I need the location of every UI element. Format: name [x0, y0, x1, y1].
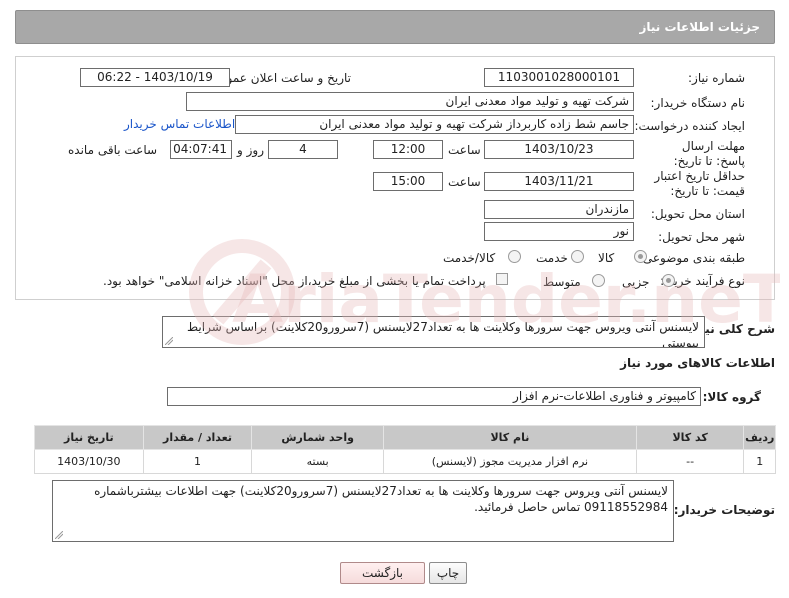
- cell-row: 1: [743, 449, 776, 474]
- goods-table: ردیف کد کالا نام کالا واحد شمارش تعداد /…: [34, 425, 776, 474]
- process-radio-medium[interactable]: [592, 274, 605, 287]
- col-name: نام کالا: [382, 425, 637, 450]
- buyer-notes-textarea[interactable]: لایسنس آنتی ویروس جهت سرورها وکلاینت ها …: [52, 480, 674, 542]
- remaining-label: ساعت باقی مانده: [68, 143, 158, 157]
- process-option-medium: متوسط: [543, 275, 581, 289]
- back-button[interactable]: بازگشت: [340, 562, 425, 584]
- summary-textarea[interactable]: لایسنس آنتی ویروس جهت سرورها وکلاینت ها …: [162, 316, 705, 348]
- page-title: جزئیات اطلاعات نیاز: [639, 20, 760, 34]
- buyer-notes-label: توضیحات خریدار:: [673, 503, 775, 517]
- cell-name: نرم افزار مدیریت مجوز (لایسنس): [382, 449, 637, 474]
- print-button[interactable]: چاپ: [429, 562, 467, 584]
- validity-label: حداقل تاریخ اعتبار قیمت: تا تاریخ:: [654, 169, 745, 198]
- summary-text: لایسنس آنتی ویروس جهت سرورها وکلاینت ها …: [187, 320, 699, 348]
- buyer-org-field: شرکت تهیه و تولید مواد معدنی ایران: [186, 92, 634, 111]
- requester-label: ایجاد کننده درخواست:: [634, 119, 745, 133]
- validity-time-label: ساعت: [448, 175, 481, 189]
- category-radio-both[interactable]: [508, 250, 521, 263]
- col-unit: واحد شمارش: [251, 425, 384, 450]
- category-option-service: خدمت: [536, 251, 568, 265]
- category-label: طبقه بندی موضوعی:: [638, 251, 745, 265]
- goods-table-wrap: ردیف کد کالا نام کالا واحد شمارش تعداد /…: [34, 425, 776, 474]
- buyer-contact-link[interactable]: اطلاعات تماس خریدار: [124, 117, 235, 131]
- resize-grip-icon[interactable]: [165, 337, 173, 345]
- deadline-date-field: 1403/10/23: [484, 140, 634, 159]
- deadline-time-label: ساعت: [448, 143, 481, 157]
- city-field: نور: [484, 222, 634, 241]
- requester-field: جاسم شط زاده کاربرداز شرکت تهیه و تولید …: [235, 115, 634, 134]
- province-field: مازندران: [484, 200, 634, 219]
- cell-date: 1403/10/30: [34, 449, 144, 474]
- col-date: تاریخ نیاز: [34, 425, 144, 450]
- need-number-label: شماره نیاز:: [688, 71, 745, 85]
- col-code: کد کالا: [635, 425, 745, 450]
- col-row: ردیف: [743, 425, 776, 450]
- remaining-time-field: 04:07:41: [170, 140, 232, 159]
- category-radio-service[interactable]: [571, 250, 584, 263]
- days-label: روز و: [237, 143, 264, 157]
- days-remaining-field: 4: [268, 140, 338, 159]
- validity-time-field: 15:00: [373, 172, 443, 191]
- col-qty: تعداد / مقدار: [142, 425, 253, 450]
- treasury-payment-note: پرداخت تمام یا بخشی از مبلغ خرید،از محل …: [103, 274, 486, 288]
- city-label: شهر محل تحویل:: [658, 230, 745, 244]
- deadline-time-field: 12:00: [373, 140, 443, 159]
- process-radio-minor[interactable]: [662, 274, 675, 287]
- resize-grip-icon[interactable]: [55, 531, 63, 539]
- process-option-minor: جزیی: [622, 275, 650, 289]
- validity-date-field: 1403/11/21: [484, 172, 634, 191]
- page-header: جزئیات اطلاعات نیاز: [15, 10, 775, 44]
- category-radio-goods[interactable]: [634, 250, 647, 263]
- goods-table-header: ردیف کد کالا نام کالا واحد شمارش تعداد /…: [34, 425, 776, 450]
- cell-code: --: [635, 449, 745, 474]
- buyer-org-label: نام دستگاه خریدار:: [650, 96, 746, 110]
- need-number-field: 1103001028000101: [484, 68, 634, 87]
- province-label: استان محل تحویل:: [650, 207, 745, 221]
- goods-group-label: گروه کالا:: [702, 390, 761, 404]
- cell-unit: بسته: [251, 449, 384, 474]
- announce-field: 1403/10/19 - 06:22: [80, 68, 230, 87]
- category-option-both: کالا/خدمت: [443, 251, 496, 265]
- goods-group-field: کامپیوتر و فناوری اطلاعات-نرم افزار: [167, 387, 701, 406]
- table-row: 1 -- نرم افزار مدیریت مجوز (لایسنس) بسته…: [34, 449, 776, 474]
- cell-qty: 1: [142, 449, 253, 474]
- buyer-notes-text: لایسنس آنتی ویروس جهت سرورها وکلاینت ها …: [94, 484, 668, 514]
- deadline-label: مهلت ارسال پاسخ: تا تاریخ:: [673, 139, 745, 168]
- treasury-payment-checkbox[interactable]: [496, 273, 508, 285]
- goods-info-title: اطلاعات کالاهای مورد نیاز: [620, 356, 775, 370]
- category-option-goods: کالا: [598, 251, 615, 265]
